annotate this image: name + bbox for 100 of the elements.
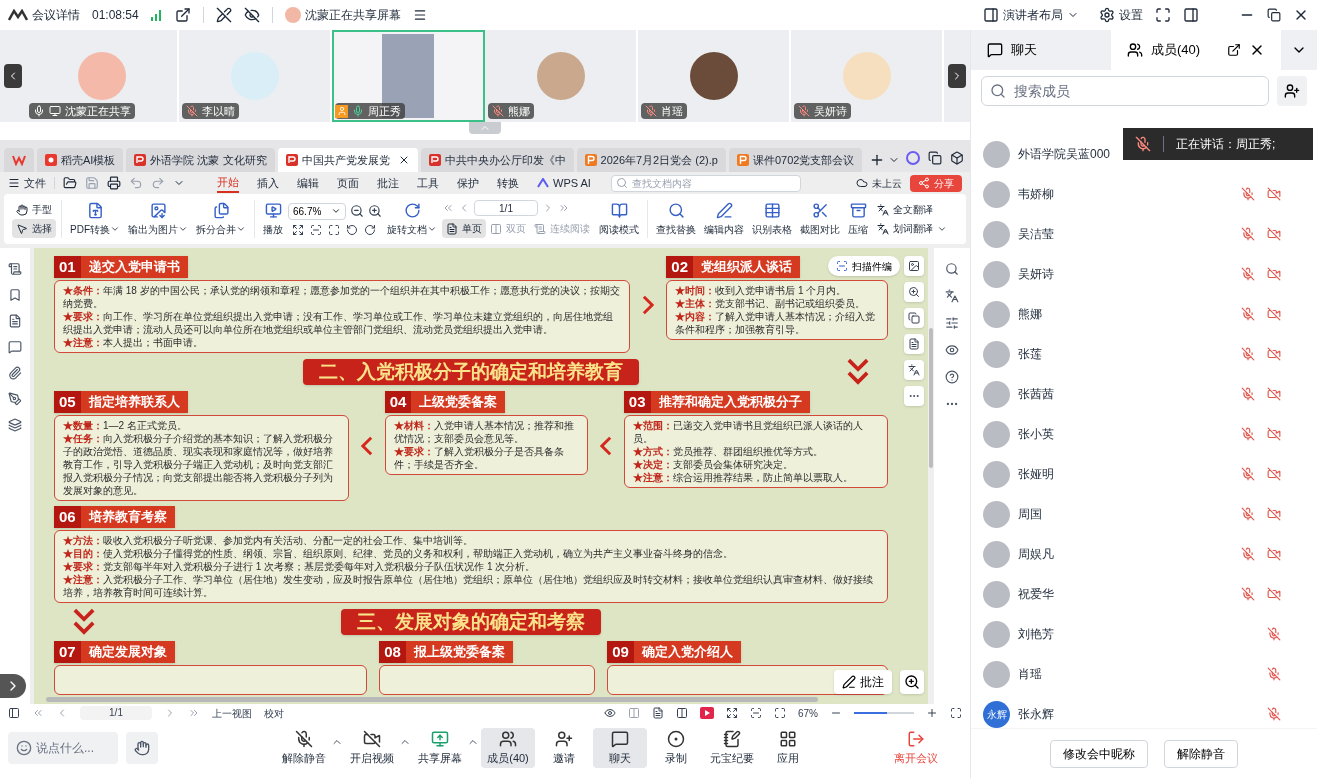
help-icon[interactable] (945, 370, 959, 384)
outline-icon[interactable] (8, 262, 22, 276)
translate-icon[interactable] (945, 289, 959, 303)
ribbon-button[interactable]: 输出为图片 (125, 201, 191, 237)
toolbar-button[interactable]: 开启视频 (345, 728, 399, 768)
wps-ai-tab[interactable]: WPS AI (537, 174, 591, 192)
zoom-in-icon[interactable] (908, 286, 920, 298)
first-page-icon[interactable] (442, 202, 454, 214)
toolbar-button[interactable]: 邀请 (537, 728, 591, 768)
ribbon-button[interactable]: 阅读模式 (596, 201, 642, 237)
fullscreen-icon[interactable] (950, 707, 962, 719)
raise-hand-button[interactable] (126, 732, 158, 764)
translate-icon[interactable] (908, 364, 920, 376)
panel-action-button[interactable]: 解除静音 (1164, 739, 1238, 768)
menu-tab[interactable]: 页面 (337, 174, 359, 192)
zoom-select[interactable]: 66.7% (288, 202, 346, 220)
copy-icon[interactable] (908, 312, 920, 324)
document-tab[interactable]: 稻壳AI模板 (37, 148, 124, 172)
page-number-field[interactable]: 1/1 (474, 200, 538, 216)
comment-button[interactable]: 批注 (834, 670, 892, 694)
cloud-status-button[interactable]: 未上云 (856, 175, 902, 191)
proofread-button[interactable]: 校对 (264, 705, 284, 721)
document-tab[interactable]: 2026年7月2日党会 (2).p (576, 148, 726, 172)
ribbon-button[interactable]: 拆分合并 (193, 201, 249, 237)
toolbar-button[interactable]: 元宝纪要 (705, 728, 759, 768)
sidebar-icon[interactable] (8, 707, 20, 719)
menu-tab[interactable]: 批注 (377, 174, 399, 192)
video-tile[interactable]: 周正秀 (332, 30, 485, 122)
zoom-in-icon[interactable] (904, 674, 920, 690)
panel-tab[interactable]: 成员(40) (1111, 30, 1281, 70)
thumbnail-icon[interactable] (8, 314, 22, 328)
play-icon[interactable] (700, 707, 714, 719)
document-tab[interactable]: 中国共产党发展党 (277, 148, 418, 172)
print-icon[interactable] (107, 176, 121, 190)
rotate-right-icon[interactable] (364, 223, 376, 236)
expand-panel-button[interactable] (0, 674, 26, 698)
toolbar-button[interactable]: 聊天 (593, 728, 647, 768)
wps-logo-icon[interactable] (12, 154, 26, 166)
ribbon-button[interactable]: 压缩 (845, 201, 871, 237)
annotation-off-icon[interactable] (215, 7, 232, 23)
fit-width-icon[interactable] (328, 223, 340, 236)
pop-out-icon[interactable] (174, 7, 191, 23)
toolbar-button[interactable]: 共享屏幕 (413, 728, 467, 768)
document-tab[interactable]: 中共中央办公厅印发《中 (420, 148, 574, 172)
previous-view-button[interactable]: 上一视图 (212, 705, 252, 721)
menu-tab[interactable]: 插入 (257, 174, 279, 192)
page-number-field[interactable]: 1/1 (80, 706, 152, 720)
ribbon-button[interactable]: 手型 (12, 200, 56, 219)
toolbar-button[interactable]: 成员(40) (481, 728, 535, 768)
ribbon-button[interactable]: 划词翻译 (873, 219, 951, 238)
fit-page-icon[interactable] (750, 707, 762, 719)
search-icon[interactable] (945, 262, 959, 276)
last-page-icon[interactable] (558, 202, 570, 214)
ribbon-button[interactable]: 识别表格 (749, 201, 795, 237)
pop-out-icon[interactable] (1227, 43, 1241, 57)
menu-tab[interactable]: 工具 (417, 174, 439, 192)
member-search-field[interactable]: 搜索成员 (981, 76, 1269, 106)
fit-page-icon[interactable] (310, 223, 322, 236)
menu-tab[interactable]: 转换 (497, 174, 519, 192)
panel-tab[interactable]: 聊天 (971, 30, 1111, 70)
image-icon[interactable] (908, 260, 920, 272)
folder-icon[interactable] (63, 176, 77, 190)
restore-icon[interactable] (1267, 8, 1281, 22)
single-page-icon[interactable] (652, 707, 664, 719)
panel-action-button[interactable]: 修改会中昵称 (1050, 739, 1148, 768)
toolbar-button[interactable]: 解除静音 (277, 728, 331, 768)
signature-icon[interactable] (8, 392, 22, 406)
next-page-button[interactable] (948, 64, 966, 88)
layout-button[interactable]: 演讲者布局 (983, 6, 1079, 24)
video-tile[interactable]: 熊娜 (485, 30, 638, 122)
first-page-icon[interactable] (32, 707, 44, 719)
fit-width-icon[interactable] (774, 707, 786, 719)
document-tab[interactable]: 课件0702党支部会议 (728, 148, 863, 172)
previous-page-button[interactable] (4, 64, 22, 88)
rotate-left-icon[interactable] (346, 223, 358, 236)
zoom-level[interactable]: 67% (798, 705, 818, 721)
two-page-icon[interactable] (628, 707, 640, 719)
ribbon-button[interactable]: 截图对比 (797, 201, 843, 237)
cube-icon[interactable] (950, 151, 965, 165)
menu-tab[interactable]: 编辑 (297, 174, 319, 192)
ribbon-button[interactable]: 播放 (260, 201, 286, 237)
ribbon-button[interactable]: 选择 (12, 219, 56, 238)
video-tile[interactable]: 李以晴 (179, 30, 332, 122)
horizontal-scrollbar[interactable] (46, 697, 818, 702)
comment-icon[interactable] (8, 340, 22, 354)
fullscreen-icon[interactable] (1155, 7, 1171, 23)
sidebar-toggle-icon[interactable] (1183, 7, 1199, 23)
document-icon[interactable] (908, 338, 920, 350)
menu-icon[interactable] (412, 8, 427, 22)
attachment-icon[interactable] (8, 366, 22, 380)
chat-input-field[interactable]: 说点什么... (8, 732, 118, 764)
ribbon-button[interactable]: 旋转文档 (384, 201, 440, 237)
video-tile[interactable]: 吴妍诗 (791, 30, 944, 122)
file-menu-button[interactable]: 文件 (8, 174, 46, 192)
add-member-button[interactable] (1277, 76, 1307, 106)
actual-size-icon[interactable] (726, 707, 738, 719)
window-icon[interactable] (928, 151, 943, 165)
menu-tab[interactable]: 保护 (457, 174, 479, 192)
leave-meeting-button[interactable]: 离开会议 (894, 729, 938, 767)
ribbon-button[interactable]: 全文翻译 (873, 200, 951, 219)
